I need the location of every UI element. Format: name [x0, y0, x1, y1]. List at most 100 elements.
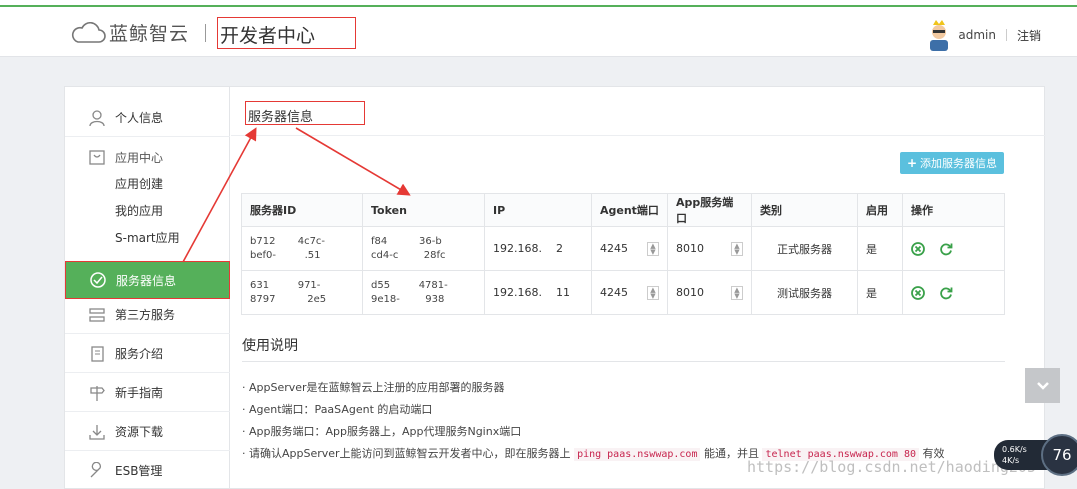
user-divider	[1005, 29, 1007, 41]
scroll-down-button[interactable]	[1025, 368, 1060, 403]
sidebar-item-app-create[interactable]: 应用创建	[65, 171, 230, 198]
col-header: IP	[484, 193, 592, 227]
sidebar-item-personal[interactable]: 个人信息	[65, 99, 230, 137]
sidebar-item-service-intro[interactable]: 服务介绍	[65, 335, 230, 373]
refresh-icon[interactable]	[939, 286, 953, 300]
enabled-cell: 是	[857, 226, 903, 271]
token-part: 28fc	[423, 249, 446, 261]
category-cell: 测试服务器	[751, 270, 858, 315]
main-panel: 个人信息 应用中心 应用创建 我的应用 S-mart应用 服务器信息 第三方服务…	[64, 86, 1046, 489]
sidebar-item-guide[interactable]: 新手指南	[65, 374, 230, 412]
col-header: App服务端口	[667, 193, 752, 227]
check-circle-icon	[90, 272, 106, 288]
brand-name: 蓝鲸智云	[109, 23, 190, 45]
sidebar-item-app-center[interactable]: 应用中心	[65, 143, 230, 171]
sidebar-item-label: 资源下载	[115, 425, 164, 439]
usage-text: · 请确认AppServer上能访问到蓝鲸智云开发者中心，即在服务器上	[242, 447, 571, 460]
avatar[interactable]	[926, 19, 952, 51]
header-divider	[205, 24, 206, 42]
server-id-part: b712	[250, 235, 276, 247]
sidebar-item-esb[interactable]: ESB管理	[65, 452, 230, 489]
spinner-icon[interactable]: ▲ ▼	[647, 285, 659, 300]
col-header: 类别	[751, 193, 858, 227]
server-stack-icon	[89, 307, 105, 322]
agent-port-cell[interactable]: 4245 ▲ ▼	[591, 226, 668, 271]
server-id-cell: 631 971- 8797 2e5	[241, 270, 363, 315]
token-part: cd4-c	[371, 249, 399, 261]
refresh-icon[interactable]	[939, 242, 953, 256]
user-icon	[89, 109, 105, 126]
server-id-part: .51	[304, 249, 321, 261]
sidebar-item-third-party[interactable]: 第三方服务	[65, 296, 230, 334]
sidebar-item-smart-apps[interactable]: S-mart应用	[65, 225, 230, 252]
token-part: 938	[425, 293, 445, 305]
token-cell: f84 36-b cd4-c 28fc	[362, 226, 485, 271]
watermark: https://blog.csdn.net/haoding205	[747, 458, 1036, 476]
app-port-cell[interactable]: 8010 ▲ ▼	[667, 226, 752, 271]
plus-icon: +	[906, 156, 917, 170]
scroll-doc-icon	[91, 345, 104, 362]
divider	[242, 361, 1005, 362]
sidebar-item-label: 服务介绍	[115, 347, 164, 361]
download-icon	[89, 424, 105, 440]
spinner-icon[interactable]: ▲ ▼	[647, 241, 659, 256]
usage-list: · AppServer是在蓝鲸智云上注册的应用部署的服务器 · Agent端口：…	[242, 377, 945, 465]
col-header: 启用	[857, 193, 903, 227]
token-part: f84	[371, 235, 388, 247]
content-title: 服务器信息	[245, 101, 365, 125]
table-header-row: 服务器ID Token IP Agent端口 App服务端口 类别 启用 操作	[241, 193, 1005, 227]
server-id-part: 971-	[297, 279, 321, 291]
app-port-value: 8010	[676, 242, 704, 255]
col-header: 服务器ID	[241, 193, 363, 227]
sidebar-item-label: 第三方服务	[115, 308, 176, 322]
brand-logo[interactable]: 蓝鲸智云	[70, 19, 189, 46]
chevron-down-icon	[1036, 381, 1049, 390]
agent-port-cell[interactable]: 4245 ▲ ▼	[591, 270, 668, 315]
ip-value: 192.168.	[493, 286, 542, 299]
ip-value: 192.168.	[493, 242, 542, 255]
username[interactable]: admin	[958, 28, 996, 42]
sidebar-item-label: 新手指南	[115, 386, 164, 400]
col-header: Agent端口	[591, 193, 668, 227]
table-row: b712 4c7c- bef0- .51 f84 36-b cd4-c 28fc…	[241, 226, 1005, 271]
spinner-icon[interactable]: ▲ ▼	[731, 241, 743, 256]
category-cell: 正式服务器	[751, 226, 858, 271]
server-id-part: 4c7c-	[297, 235, 326, 247]
ops-cell	[902, 270, 1005, 315]
col-header: Token	[362, 193, 485, 227]
col-header: 操作	[902, 193, 1005, 227]
network-monitor: 0.6K/s 4K/s	[994, 440, 1048, 470]
token-part: 9e18-	[371, 293, 400, 305]
enabled-cell: 是	[857, 270, 903, 315]
spinner-icon[interactable]: ▲ ▼	[731, 285, 743, 300]
sidebar-item-downloads[interactable]: 资源下载	[65, 413, 230, 451]
table-row: 631 971- 8797 2e5 d55 4781- 9e18- 938 19…	[241, 270, 1005, 315]
divider	[231, 135, 1046, 136]
wrench-icon	[90, 461, 101, 477]
agent-port-value: 4245	[600, 286, 628, 299]
usage-gauge[interactable]: 76	[1041, 434, 1077, 476]
list-item: · Agent端口：PaaSAgent 的启动端口	[242, 403, 433, 416]
logout-link[interactable]: 注销	[1017, 27, 1041, 44]
delete-icon[interactable]	[911, 285, 925, 300]
top-stripe	[0, 0, 1077, 7]
server-id-part: 8797	[250, 293, 276, 305]
server-id-part: 631	[250, 279, 270, 291]
ping-command: ping paas.nswwap.com	[574, 448, 701, 461]
sidebar-item-label: 个人信息	[115, 111, 164, 125]
app-port-cell[interactable]: 8010 ▲ ▼	[667, 270, 752, 315]
delete-icon[interactable]	[911, 241, 925, 256]
list-item: · App服务端口：App服务器上，App代理服务Nginx端口	[242, 425, 522, 438]
server-id-cell: b712 4c7c- bef0- .51	[241, 226, 363, 271]
list-item: · AppServer是在蓝鲸智云上注册的应用部署的服务器	[242, 381, 505, 394]
sidebar-item-label: ESB管理	[115, 464, 163, 478]
server-table: 服务器ID Token IP Agent端口 App服务端口 类别 启用 操作 …	[241, 193, 1005, 315]
bag-icon	[89, 150, 105, 165]
signpost-icon	[90, 385, 105, 401]
usage-title: 使用说明	[242, 338, 298, 354]
sidebar-item-my-apps[interactable]: 我的应用	[65, 198, 230, 225]
add-server-button[interactable]: + 添加服务器信息	[899, 152, 1004, 174]
ip-tail: 11	[555, 286, 570, 299]
sidebar-item-server-info[interactable]: 服务器信息	[65, 261, 230, 299]
sidebar-item-label: 应用中心	[115, 150, 164, 165]
